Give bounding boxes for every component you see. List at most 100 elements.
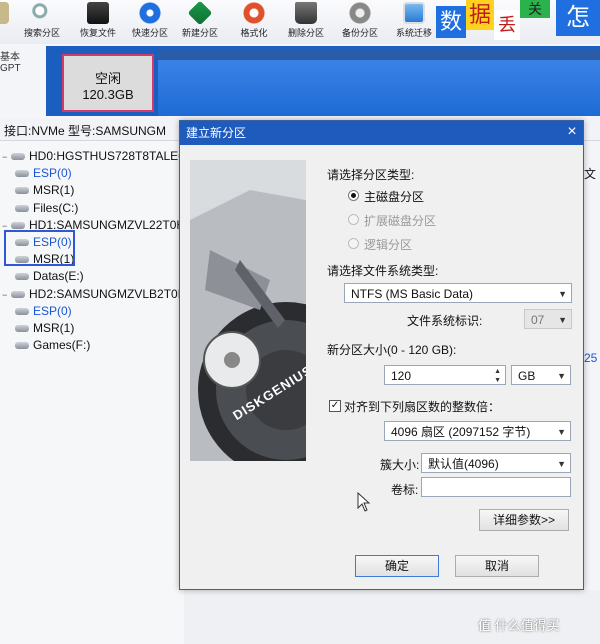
tree-node-label: MSR(1) xyxy=(33,183,75,197)
volume-label: 卷标: xyxy=(391,483,419,497)
watermark: 值 什么值得买 xyxy=(478,618,560,633)
logo-char: 丢 xyxy=(494,10,520,40)
close-icon[interactable]: × xyxy=(562,122,582,142)
align-value: 4096 扇区 (2097152 字节) xyxy=(391,425,531,439)
cluster-value: 默认值(4096) xyxy=(428,457,499,471)
toolbar-btn-quick[interactable]: 快速分区 xyxy=(122,0,178,44)
dialog-title: 建立新分区 xyxy=(186,126,247,140)
toolbar: 改 搜索分区 恢复文件 快速分区 新建分区 格式化 删除分区 备份分区 系统迁移… xyxy=(0,0,600,45)
align-label: 对齐到下列扇区数的整数倍： xyxy=(344,400,501,414)
tree-node-label: Files(C:) xyxy=(33,201,79,215)
right-panel: 文 25 xyxy=(584,141,600,644)
tree-node-label: Games(F:) xyxy=(33,338,91,352)
cluster-select[interactable]: 默认值(4096) ▼ xyxy=(421,453,571,473)
tree-node-label: ESP(0) xyxy=(33,304,72,318)
right-panel-value: 25 xyxy=(584,351,598,365)
partition-type-label: 请选择分区类型: xyxy=(327,168,415,182)
tree-disk-node[interactable]: − HD0:HGSTHUS728T8TALE6 xyxy=(2,147,185,165)
tree-node-label: Datas(E:) xyxy=(33,269,84,283)
tree-partition-node[interactable]: ESP(0) xyxy=(6,302,72,320)
radio-logical[interactable] xyxy=(348,238,359,249)
fs-type-select[interactable]: NTFS (MS Basic Data) ▼ xyxy=(344,283,572,303)
donut-icon xyxy=(243,2,265,24)
size-label: 新分区大小(0 - 120 GB): xyxy=(327,343,457,357)
hard-disk-icon xyxy=(11,291,25,299)
chevron-down-icon: ▼ xyxy=(557,427,566,437)
toolbar-btn-new[interactable]: 新建分区 xyxy=(172,0,228,44)
free-space-segment[interactable]: 空闲 120.3GB xyxy=(62,54,154,112)
diskgenius-artwork: DISKGENIUS xyxy=(190,160,306,461)
disk-table-label: GPT xyxy=(0,63,21,74)
selection-highlight xyxy=(4,230,75,266)
size-input[interactable]: 120 ▲ ▼ xyxy=(384,365,506,385)
chevron-down-icon: ▼ xyxy=(558,289,567,299)
toolbar-btn-format[interactable]: 格式化 xyxy=(226,0,282,44)
disk-side-label: 基本 GPT xyxy=(0,48,22,104)
partition-icon xyxy=(15,308,29,316)
align-select[interactable]: 4096 扇区 (2097152 字节) ▼ xyxy=(384,421,571,441)
radio-extended[interactable] xyxy=(348,214,359,225)
tree-node-label: HD0:HGSTHUS728T8TALE6 xyxy=(29,149,185,163)
toolbar-btn-label: 恢复文件 xyxy=(79,28,116,38)
monitor-icon xyxy=(403,2,425,24)
hard-disk-icon xyxy=(11,222,25,230)
size-unit-select[interactable]: GB ▼ xyxy=(511,365,571,385)
toolbar-btn-backup[interactable]: 备份分区 xyxy=(332,0,388,44)
logo-char: 关 xyxy=(520,0,550,18)
radio-primary-label: 主磁盘分区 xyxy=(364,190,425,204)
partition-icon xyxy=(15,325,29,333)
joystick-icon xyxy=(87,2,109,24)
fs-id-select[interactable]: 07 ▼ xyxy=(524,309,572,329)
partition-icon xyxy=(15,170,29,178)
cursor-icon xyxy=(357,492,371,512)
size-value: 120 xyxy=(391,369,412,383)
toolbar-btn-label: 新建分区 xyxy=(181,28,218,38)
spin-icon[interactable]: ▲ ▼ xyxy=(494,367,501,385)
disc-icon xyxy=(139,2,161,24)
radio-logical-label: 逻辑分区 xyxy=(364,238,413,252)
toolbar-btn-recover[interactable]: 恢复文件 xyxy=(70,0,126,44)
radio-primary[interactable] xyxy=(348,190,359,201)
toolbar-btn-search[interactable]: 搜索分区 xyxy=(14,0,70,44)
fs-type-value: NTFS (MS Basic Data) xyxy=(351,287,474,301)
align-checkbox[interactable]: ✓ xyxy=(329,400,341,412)
tree-node-label: MSR(1) xyxy=(33,321,75,335)
partition-icon xyxy=(15,273,29,281)
free-space-label: 空闲 xyxy=(94,71,121,86)
fs-id-value: 07 xyxy=(531,313,545,327)
logo-char: 据 xyxy=(466,0,494,30)
chevron-down-icon: ▼ xyxy=(558,315,567,325)
chevron-down-icon: ▼ xyxy=(557,371,566,381)
volume-input[interactable] xyxy=(421,477,571,497)
tree-partition-node[interactable]: Games(F:) xyxy=(6,336,90,354)
logo-char: 数 xyxy=(436,6,466,38)
details-button[interactable]: 详细参数>> xyxy=(479,509,569,531)
toolbar-btn-delete[interactable]: 删除分区 xyxy=(278,0,334,44)
fs-type-label: 请选择文件系统类型: xyxy=(327,264,439,278)
tree-node-label: HD2:SAMSUNGMZVLB2T0H xyxy=(29,287,187,301)
chevron-down-icon: ▼ xyxy=(557,459,566,469)
right-panel-text: 文 xyxy=(584,167,597,181)
dialog-title-bar[interactable]: 建立新分区 xyxy=(180,121,583,145)
ok-button[interactable]: 确定 xyxy=(355,555,439,577)
tree-partition-node[interactable]: Files(C:) xyxy=(6,199,78,217)
disk-style-label: 基本 xyxy=(0,52,20,63)
tree-partition-node[interactable]: MSR(1) xyxy=(6,319,74,337)
trash-icon xyxy=(295,2,317,24)
partition-icon xyxy=(15,187,29,195)
toolbar-btn-label: 搜索分区 xyxy=(23,28,60,38)
layers-icon xyxy=(187,0,213,26)
tree-partition-node[interactable]: Datas(E:) xyxy=(6,267,84,285)
toolbar-btn-label: 系统迁移 xyxy=(395,28,432,38)
partition-icon xyxy=(15,205,29,213)
fs-id-label: 文件系统标识: xyxy=(407,314,483,328)
tree-partition-node[interactable]: ESP(0) xyxy=(6,164,72,182)
tree-disk-node[interactable]: − HD2:SAMSUNGMZVLB2T0H xyxy=(2,285,186,303)
partition-segment-header xyxy=(158,50,600,60)
toolbar-btn-label: 格式化 xyxy=(240,28,268,38)
toolbar-btn-label: 备份分区 xyxy=(341,28,378,38)
toolbar-btn-migrate[interactable]: 系统迁移 xyxy=(386,0,442,44)
cancel-button[interactable]: 取消 xyxy=(455,555,539,577)
tree-partition-node[interactable]: MSR(1) xyxy=(6,181,74,199)
disk-info-text: 接口:NVMe 型号:SAMSUNGM xyxy=(4,124,167,138)
